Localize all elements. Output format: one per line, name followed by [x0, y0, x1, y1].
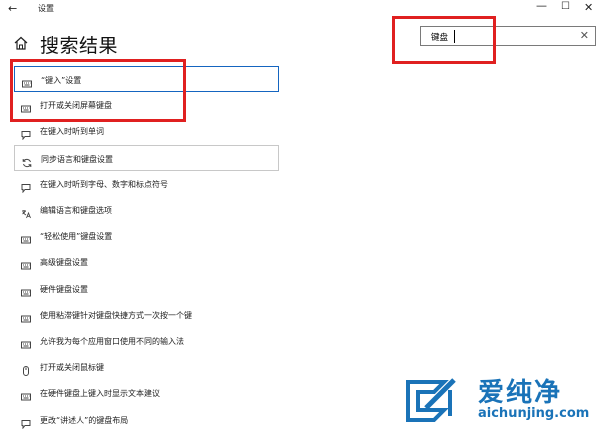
annotation-box-results	[10, 59, 186, 122]
keyboard-icon	[21, 283, 31, 297]
result-item-label: 编辑语言和键盘选项	[40, 206, 112, 215]
result-item-label: 在键入时听到单词	[40, 127, 104, 137]
result-item[interactable]: “轻松使用”键盘设置	[14, 223, 279, 249]
result-item-label: 在键入时听到字母、数字和标点符号	[40, 179, 168, 189]
result-item[interactable]: 在键入时听到单词	[14, 118, 279, 144]
keyboard-icon	[21, 309, 31, 323]
speech-icon	[21, 414, 31, 430]
result-item[interactable]: 使用粘滞键针对键盘快捷方式一次按一个键	[14, 302, 279, 328]
annotation-box-search	[392, 16, 496, 64]
keyboard-icon	[21, 387, 31, 401]
back-button[interactable]: ←	[8, 2, 17, 15]
language-icon	[21, 204, 31, 219]
sync-icon	[22, 153, 32, 167]
result-item-label: 允许我为每个应用窗口使用不同的输入法	[40, 337, 184, 346]
title-bar: ← 设置 — ☐ ✕	[0, 0, 600, 18]
app-title: 设置	[38, 4, 54, 13]
result-item-label: 使用粘滞键针对键盘快捷方式一次按一个键	[40, 310, 192, 320]
result-item-label: 同步语言和键盘设置	[41, 154, 113, 164]
result-item-label: 打开或关闭鼠标键	[40, 363, 104, 373]
page-title: 搜索结果	[40, 35, 119, 57]
keyboard-icon	[21, 230, 31, 244]
minimize-button[interactable]: —	[536, 0, 547, 12]
result-item[interactable]: 编辑语言和键盘选项	[14, 197, 279, 223]
result-item[interactable]: 更改“讲述人”的键盘布局	[14, 407, 279, 433]
result-item[interactable]: 同步语言和键盘设置	[14, 144, 279, 171]
result-item-label: 高级键盘设置	[40, 258, 88, 268]
close-button[interactable]: ✕	[584, 1, 593, 14]
watermark-text: 爱纯净	[478, 378, 563, 408]
mouse-icon	[21, 361, 31, 377]
speech-icon	[21, 178, 31, 194]
result-item[interactable]: 在键入时听到字母、数字和标点符号	[14, 171, 279, 197]
speech-icon	[21, 125, 31, 141]
result-item[interactable]: 硬件键盘设置	[14, 276, 279, 302]
result-item-label: “轻松使用”键盘设置	[40, 232, 113, 242]
result-item[interactable]: 打开或关闭鼠标键	[14, 354, 279, 380]
keyboard-icon	[21, 256, 31, 270]
watermark-logo	[406, 378, 456, 422]
result-item[interactable]: 允许我为每个应用窗口使用不同的输入法	[14, 328, 279, 354]
result-item-label: 更改“讲述人”的键盘布局	[40, 415, 129, 425]
result-item[interactable]: 在硬件键盘上键入时显示文本建议	[14, 380, 279, 406]
result-item-label: 硬件键盘设置	[40, 284, 88, 294]
maximize-button[interactable]: ☐	[561, 1, 570, 12]
keyboard-icon	[21, 335, 31, 349]
home-icon[interactable]	[14, 36, 28, 50]
watermark-url: aichunjing.com	[478, 406, 590, 421]
clear-search-button[interactable]: ✕	[580, 29, 589, 42]
result-item-label: 在硬件键盘上键入时显示文本建议	[40, 389, 160, 399]
result-item[interactable]: 高级键盘设置	[14, 249, 279, 275]
